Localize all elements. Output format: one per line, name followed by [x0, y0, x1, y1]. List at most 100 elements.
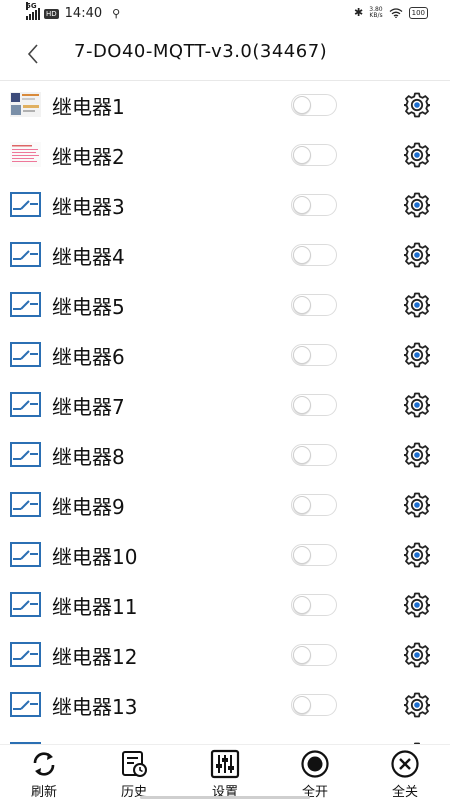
relay-switch-icon [10, 542, 41, 567]
relay-switch-icon [10, 592, 41, 617]
relay-label: 继电器9 [52, 495, 125, 519]
relay-label: 继电器10 [52, 545, 138, 569]
relay-toggle[interactable] [291, 344, 337, 366]
hd-badge: HD [44, 8, 59, 19]
refresh-label: 刷新 [30, 785, 57, 800]
gear-icon[interactable] [403, 542, 431, 568]
relay-switch-icon [10, 342, 41, 367]
relay-label: 继电器13 [52, 695, 138, 719]
all-on-icon [301, 750, 329, 778]
app-header: 7-DO40-MQTT-v3.0(34467) [0, 28, 450, 80]
relay-label: 继电器4 [52, 245, 125, 269]
gear-icon[interactable] [403, 492, 431, 518]
gear-icon[interactable] [403, 392, 431, 418]
relay-label: 继电器6 [52, 345, 125, 369]
relay-row[interactable]: 继电器7 [0, 380, 450, 430]
relay-row[interactable]: 继电器3 [0, 180, 450, 230]
relay-label: 继电器3 [52, 195, 125, 219]
relay-row[interactable]: 继电器11 [0, 580, 450, 630]
relay-toggle[interactable] [291, 294, 337, 316]
relay-label: 继电器1 [52, 95, 125, 119]
usb-icon: ⚲ [112, 7, 121, 20]
relay-toggle[interactable] [291, 244, 337, 266]
relay-label: 继电器8 [52, 445, 125, 469]
relay-row[interactable]: 继电器2 [0, 130, 450, 180]
gear-icon[interactable] [403, 342, 431, 368]
relay-row[interactable]: 继电器9 [0, 480, 450, 530]
history-button[interactable]: 历史 [104, 749, 164, 800]
page-title: 7-DO40-MQTT-v3.0(34467) [74, 41, 328, 62]
refresh-icon [33, 752, 55, 776]
relay-switch-icon [10, 242, 41, 267]
settings-button[interactable]: 设置 [195, 749, 255, 800]
status-bar-left: 5G HD 14:40 ⚲ [26, 1, 121, 21]
status-bar-right: ✱ 3.80 KB/s 100 [354, 6, 428, 19]
relay-row[interactable]: 继电器10 [0, 530, 450, 580]
relay-row[interactable]: 继电器5 [0, 280, 450, 330]
toggle-knob [293, 496, 311, 514]
chevron-left-icon [27, 44, 38, 64]
gear-icon[interactable] [403, 242, 431, 268]
relay-switch-icon [10, 492, 41, 517]
gear-icon[interactable] [403, 592, 431, 618]
gear-icon[interactable] [403, 92, 431, 118]
relay-toggle[interactable] [291, 694, 337, 716]
relay-switch-icon [10, 192, 41, 217]
relay-switch-icon [10, 692, 41, 717]
refresh-button[interactable]: 刷新 [14, 749, 74, 800]
toggle-knob [293, 346, 311, 364]
toggle-knob [293, 246, 311, 264]
toggle-knob [293, 296, 311, 314]
relay-label: 继电器7 [52, 395, 125, 419]
relay-row[interactable]: 继电器14 [0, 730, 450, 744]
relay-toggle[interactable] [291, 94, 337, 116]
wifi-icon [389, 7, 403, 18]
toggle-knob [293, 196, 311, 214]
relay-toggle[interactable] [291, 644, 337, 666]
relay-label: 继电器2 [52, 145, 125, 169]
relay-toggle[interactable] [291, 544, 337, 566]
relay-switch-icon [10, 442, 41, 467]
relay-toggle[interactable] [291, 594, 337, 616]
relay-toggle[interactable] [291, 444, 337, 466]
network-speed: 3.80 KB/s [369, 6, 382, 19]
toggle-knob [293, 446, 311, 464]
all-off-icon [391, 750, 419, 778]
gear-icon[interactable] [403, 692, 431, 718]
all-off-button[interactable]: 全关 [375, 749, 435, 800]
toggle-knob [293, 646, 311, 664]
back-button[interactable] [20, 40, 48, 68]
relay-list: 继电器1 继电器2 继电器3 继电器4 继电器5 继电器6 继电器7 继电器8 继电器9 继电器1… [0, 80, 450, 744]
relay-row[interactable]: 继电器6 [0, 330, 450, 380]
toggle-knob [293, 396, 311, 414]
relay-row[interactable]: 继电器13 [0, 680, 450, 730]
toggle-knob [293, 546, 311, 564]
relay-toggle[interactable] [291, 194, 337, 216]
all-off-label: 全关 [391, 785, 418, 800]
gear-icon[interactable] [403, 292, 431, 318]
relay-label: 继电器5 [52, 295, 125, 319]
relay-row[interactable]: 继电器12 [0, 630, 450, 680]
relay-toggle[interactable] [291, 144, 337, 166]
toggle-knob [293, 146, 311, 164]
relay-row[interactable]: 继电器8 [0, 430, 450, 480]
gear-icon[interactable] [403, 442, 431, 468]
gear-icon[interactable] [403, 192, 431, 218]
gear-icon[interactable] [403, 142, 431, 168]
sliders-icon [210, 749, 240, 779]
relay-switch-icon [10, 292, 41, 317]
relay-label: 继电器11 [52, 595, 138, 619]
relay-toggle[interactable] [291, 394, 337, 416]
battery-indicator: 100 [408, 6, 428, 19]
toggle-knob [293, 696, 311, 714]
network-type: 5G [26, 1, 37, 10]
relay-toggle[interactable] [291, 494, 337, 516]
relay-switch-icon [10, 642, 41, 667]
document-thumbnail-icon [10, 142, 41, 167]
all-on-button[interactable]: 全开 [285, 749, 345, 800]
home-indicator[interactable] [140, 796, 310, 799]
relay-row[interactable]: 继电器4 [0, 230, 450, 280]
gear-icon[interactable] [403, 642, 431, 668]
relay-row[interactable]: 继电器1 [0, 80, 450, 130]
status-bar: 5G HD 14:40 ⚲ ✱ 3.80 KB/s 100 [0, 0, 450, 28]
